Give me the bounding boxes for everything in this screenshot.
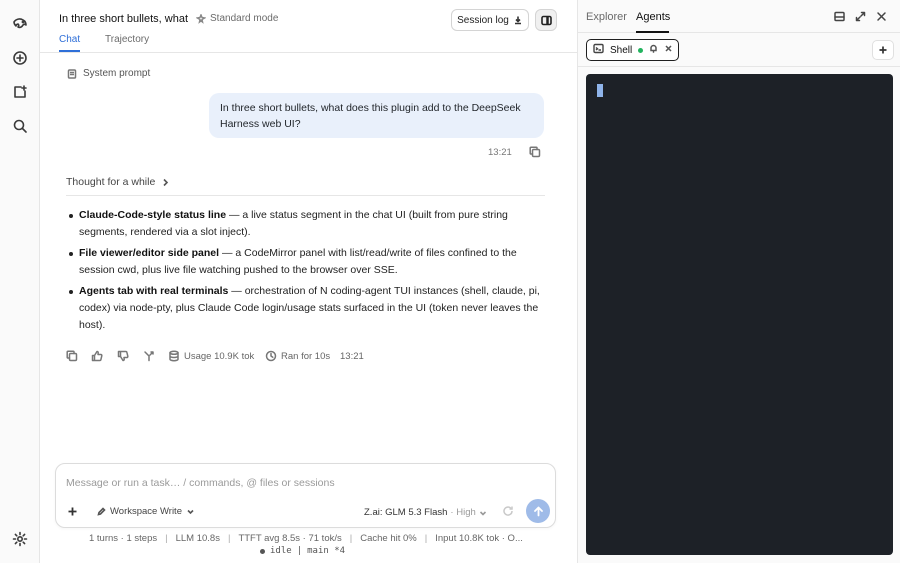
bell-icon[interactable]	[649, 44, 658, 56]
mode-icon	[196, 13, 206, 24]
model-select[interactable]: Z.ai: GLM 5.3 Flash · High	[364, 507, 487, 518]
tab-agents[interactable]: Agents	[636, 11, 670, 23]
new-terminal-button[interactable]	[872, 40, 894, 60]
close-icon[interactable]	[876, 11, 888, 23]
turns-stat: 1 turns · 1 steps	[89, 533, 158, 544]
status-line: idle | main *4	[260, 546, 345, 556]
session-stats: 1 turns · 1 steps | LLM 10.8s | TTFT avg 8…	[89, 533, 523, 544]
cache-stat: Cache hit 0%	[360, 533, 417, 544]
split-view-icon[interactable]	[834, 11, 846, 23]
reply-time-label: 13:21	[340, 350, 364, 362]
new-chat-icon[interactable]	[8, 46, 32, 70]
branch-icon[interactable]	[143, 350, 155, 362]
running-status-dot	[638, 47, 644, 53]
session-log-button[interactable]: Session log	[451, 9, 529, 31]
right-panel-tabs: Explorer Agents	[578, 0, 900, 33]
mode-label: Standard mode	[210, 13, 279, 24]
search-icon[interactable]	[8, 114, 32, 138]
status-separator: |	[296, 546, 303, 556]
new-session-icon[interactable]	[8, 80, 32, 104]
thought-divider	[66, 195, 545, 196]
session-title: In three short bullets, what	[59, 13, 189, 25]
system-prompt-label: System prompt	[83, 68, 151, 79]
chevron-right-icon	[163, 178, 169, 186]
copy-reply-icon[interactable]	[66, 350, 78, 362]
status-dot-icon	[260, 548, 265, 554]
user-message-bubble: In three short bullets, what does this p…	[209, 93, 544, 138]
bullet-heading: Agents tab with real terminals	[79, 285, 229, 297]
workspace-label: Workspace Write	[110, 506, 182, 517]
token-stat: Input 10.8K tok · O...	[435, 533, 523, 544]
side-panel-icon	[540, 15, 552, 25]
status-state: idle	[270, 546, 292, 556]
thumbs-down-icon[interactable]	[117, 350, 129, 362]
user-message-time: 13:21	[488, 147, 512, 158]
clock-icon	[265, 350, 277, 362]
run-duration-stat: Ran for 10s	[265, 350, 330, 362]
terminal-icon	[593, 43, 604, 57]
list-item: Claude-Code-style status line — a live s…	[69, 207, 549, 241]
status-branch: main *4	[307, 546, 346, 556]
message-input[interactable]	[66, 475, 536, 491]
system-prompt-toggle[interactable]: System prompt	[67, 68, 150, 79]
bullet-heading: File viewer/editor side panel	[79, 247, 220, 259]
assistant-reply: Claude-Code-style status line — a live s…	[69, 207, 549, 338]
close-tab-icon[interactable]	[664, 44, 673, 56]
chat-header: In three short bullets, what Standard mo…	[40, 0, 577, 53]
send-button[interactable]	[526, 499, 550, 523]
terminal-view[interactable]	[586, 74, 893, 555]
ttft-stat: TTFT avg 8.5s · 71 tok/s	[238, 533, 342, 544]
tab-chat[interactable]: Chat	[59, 34, 80, 45]
active-tab-indicator	[59, 50, 80, 52]
thought-label: Thought for a while	[66, 176, 156, 188]
chevron-down-icon	[479, 510, 486, 516]
settings-icon[interactable]	[8, 527, 32, 551]
workspace-select[interactable]: Workspace Write	[97, 506, 195, 517]
reply-time: 13:21	[340, 351, 364, 362]
list-item: File viewer/editor side panel — a CodeMi…	[69, 245, 549, 279]
list-item: Agents tab with real terminals — orchest…	[69, 283, 549, 334]
session-log-label: Session log	[457, 14, 509, 26]
plus-icon	[68, 507, 76, 515]
panel-toggle-button[interactable]	[535, 9, 557, 31]
attach-button[interactable]	[65, 504, 79, 518]
arrow-up-icon	[533, 506, 543, 516]
document-icon	[67, 68, 77, 79]
terminal-tab-shell[interactable]: Shell	[586, 39, 679, 61]
terminal-cursor	[597, 84, 603, 97]
usage-label: Usage 10.9K tok	[184, 350, 255, 362]
chevron-down-icon	[187, 509, 194, 515]
right-panel: Explorer Agents Shell	[577, 0, 900, 563]
database-icon	[169, 350, 179, 362]
terminal-tab-label: Shell	[610, 44, 633, 56]
active-tab-indicator	[636, 31, 669, 33]
mode-indicator[interactable]: Standard mode	[196, 13, 278, 24]
chat-column: In three short bullets, what Standard mo…	[40, 0, 577, 563]
tab-explorer[interactable]: Explorer	[586, 11, 627, 23]
app-logo-icon[interactable]	[8, 12, 32, 36]
thumbs-up-icon[interactable]	[91, 350, 103, 362]
left-rail	[0, 0, 40, 563]
composer: Workspace Write Z.ai: GLM 5.3 Flash · Hi…	[55, 463, 556, 528]
copy-message-icon[interactable]	[529, 146, 541, 158]
run-duration-label: Ran for 10s	[281, 350, 331, 362]
thought-toggle[interactable]: Thought for a while	[66, 176, 170, 188]
usage-stat: Usage 10.9K tok	[168, 350, 254, 362]
terminal-tabs-divider	[578, 66, 900, 67]
expand-icon[interactable]	[855, 11, 867, 23]
download-icon	[514, 16, 521, 25]
loading-icon	[502, 505, 514, 517]
model-label: Z.ai: GLM 5.3 Flash	[364, 507, 448, 518]
bullet-heading: Claude-Code-style status line	[79, 209, 227, 221]
llm-time-stat: LLM 10.8s	[175, 533, 220, 544]
tab-trajectory[interactable]: Trajectory	[105, 34, 149, 45]
effort-label: · High	[450, 507, 476, 518]
pen-icon	[97, 507, 106, 516]
plus-icon	[879, 46, 887, 54]
